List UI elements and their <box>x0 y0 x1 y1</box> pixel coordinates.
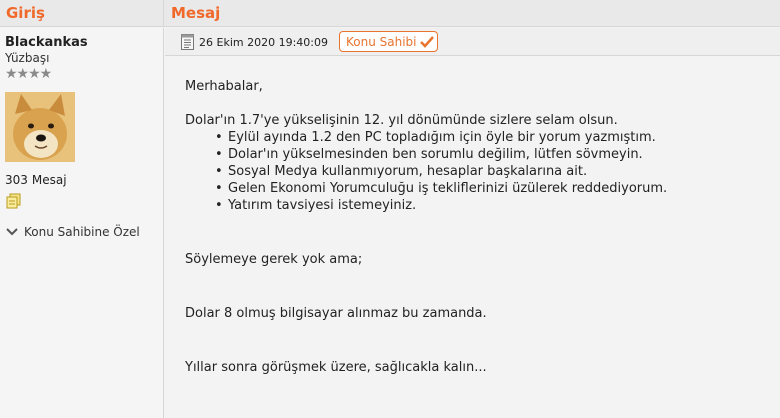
header-left: Giriş <box>0 0 164 27</box>
avatar[interactable] <box>5 92 75 162</box>
post-intro: Dolar'ın 1.7'ye yükselişinin 12. yıl dön… <box>185 113 618 128</box>
copy-quote-icon[interactable] <box>6 193 22 209</box>
list-item: Sosyal Medya kullanmıyorum, hesaplar baş… <box>215 163 765 180</box>
owner-badge-label: Konu Sahibi <box>346 34 417 49</box>
post-line-2: Dolar 8 olmuş bilgisayar alınmaz bu zama… <box>185 306 487 321</box>
owner-badge: Konu Sahibi <box>339 31 438 52</box>
post-header: Giriş Mesaj <box>0 0 780 27</box>
header-login-title[interactable]: Giriş <box>6 4 45 22</box>
post-bullet-list: Eylül ayında 1.2 den PC topladığım için … <box>215 129 765 214</box>
list-item: Dolar'ın yükselmesinden ben sorumlu deği… <box>215 146 765 163</box>
avatar-doge <box>5 92 75 162</box>
post-content: 26 Ekim 2020 19:40:09 Konu Sahibi Merhab… <box>165 28 780 418</box>
list-item: Yatırım tavsiyesi istemeyiniz. <box>215 197 765 214</box>
post-count-value: 303 <box>5 173 28 187</box>
owner-private-label: Konu Sahibine Özel <box>24 225 140 239</box>
post-body: Merhabalar, Dolar'ın 1.7'ye yükselişinin… <box>185 78 765 376</box>
document-icon[interactable] <box>181 34 194 50</box>
list-item: Eylül ayında 1.2 den PC topladığım için … <box>215 129 765 146</box>
post-meta-bar: 26 Ekim 2020 19:40:09 Konu Sahibi <box>165 28 780 56</box>
author-post-count: 303 Mesaj <box>5 173 67 187</box>
post-count-label: Mesaj <box>31 173 67 187</box>
header-message-title: Mesaj <box>171 4 221 22</box>
owner-private-toggle[interactable]: Konu Sahibine Özel <box>6 225 140 239</box>
rank-stars: ★★★★ <box>5 66 52 82</box>
post-greeting: Merhabalar, <box>185 79 263 94</box>
list-item: Gelen Ekonomi Yorumculuğu iş tekliflerin… <box>215 180 765 197</box>
chevron-down-icon <box>6 228 18 236</box>
author-rank: Yüzbaşı <box>5 51 50 65</box>
check-icon <box>419 35 434 48</box>
post-date: 26 Ekim 2020 19:40:09 <box>199 36 328 49</box>
post-line-1: Söylemeye gerek yok ama; <box>185 252 363 267</box>
author-sidebar: Blackankas Yüzbaşı ★★★★ 303 Mesaj Konu Sa… <box>0 28 164 418</box>
author-username[interactable]: Blackankas <box>5 35 88 50</box>
post-line-3: Yıllar sonra görüşmek üzere, sağlıcakla … <box>185 360 487 375</box>
